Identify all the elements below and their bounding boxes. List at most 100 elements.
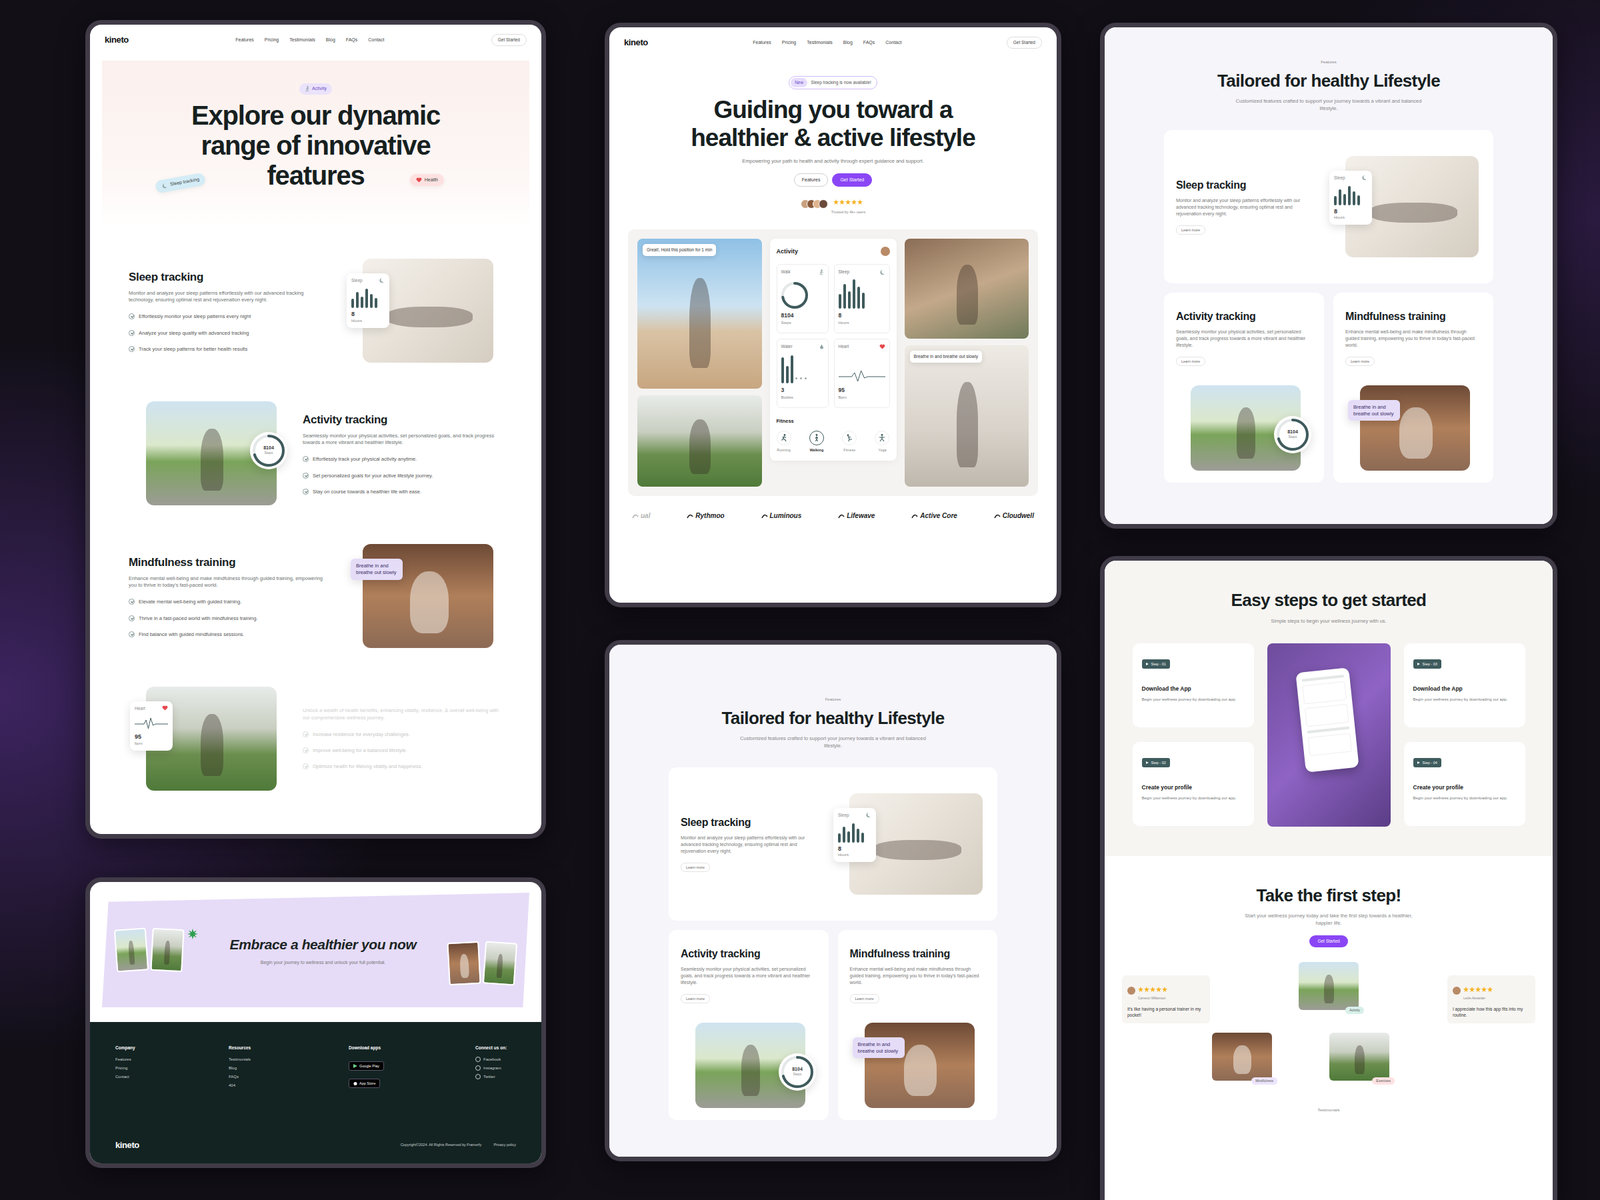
photo-tag: Mindfulness [1251,1077,1278,1086]
bar-chart [838,822,872,843]
stat-tile[interactable]: Sleep8Hours [834,264,890,334]
pill-row: NewSleep tracking is now available! [609,72,1057,90]
social-link[interactable]: Twitter [475,1074,516,1080]
tip-text: Breathe in and breathe out slowly [356,562,396,576]
social-link[interactable]: Instagram [475,1065,516,1072]
nav-link[interactable]: Blog [326,36,336,44]
fitness-mode[interactable]: Fitness [842,430,857,453]
nav-link[interactable]: Contact [885,39,902,47]
nav-link[interactable]: FAQs [863,39,876,47]
learn-more-button[interactable]: Learn more [1176,225,1206,235]
privacy-link[interactable]: Privacy policy [493,1142,516,1148]
collage-row: MindfulnessExercises [1122,1032,1536,1081]
logo[interactable]: kineto [624,36,648,50]
nav-link[interactable]: Pricing [264,36,279,44]
logo-name: Lifewave [846,510,875,521]
announcement-pill[interactable]: NewSleep tracking is now available! [788,76,878,90]
phone-line [1301,674,1344,682]
profile-avatar[interactable] [880,246,890,256]
pulse-line-icon [134,716,168,731]
footer-column: Download apps Google Play App Store [348,1044,476,1092]
bar [365,288,368,308]
heart-icon [879,344,886,350]
feature-visual: Breathe in and breathe out slowly [864,1022,975,1108]
learn-more-button[interactable]: Learn more [1176,356,1206,366]
app-store-badge[interactable]: App Store [348,1078,380,1088]
footer-heading: Download apps [348,1044,476,1052]
rating-stars-icon [1463,986,1494,992]
footer-link[interactable]: 404 [228,1082,349,1089]
tile-label: Sleep [838,268,850,276]
pulse-graph [134,714,168,731]
get-started-button[interactable]: Get Started [1309,935,1348,948]
footer-link[interactable]: Features [115,1056,229,1063]
feature-title: Mindfulness training [128,554,329,572]
steps-section: Easy steps to get startedSimple steps to… [1104,560,1553,856]
swoosh-icon [911,512,918,520]
footer-link[interactable]: Contact [115,1074,229,1080]
nav-link[interactable]: Pricing [782,39,796,47]
step-title: Download the App [1413,684,1516,694]
cta-text: Embrace a healthier you nowBegin your jo… [198,934,448,966]
logo[interactable]: kineto [115,1138,140,1152]
social-icon [475,1074,481,1080]
footer-link[interactable]: Blog [228,1065,349,1072]
features-button[interactable]: Features [794,173,829,188]
feature-visual: 8104Steps [1190,385,1301,471]
hero-subtitle: Empowering your path to health and activ… [609,157,1057,165]
pulse-line-icon [838,368,886,384]
stat-tile[interactable]: Water3Bottles [776,338,829,408]
nav-link[interactable]: Testimonials [806,39,833,47]
footer-column: ResourcesTestimonialsBlogFAQs404 [228,1044,349,1092]
new-tag: New [790,78,808,88]
features-page-window: kineto Features Pricing Testimonials Blog FAQ… [85,20,546,839]
footer-link[interactable]: Pricing [115,1065,229,1072]
photo [150,928,184,972]
fitness-mode[interactable]: Yoga [874,430,890,453]
avatar [1127,986,1136,995]
nav-link[interactable]: Blog [843,39,853,47]
column: kineto Features Pricing Testimonials Blog FAQ… [85,0,546,1168]
badge-text: Activity [312,85,327,93]
get-started-button[interactable]: Get Started [491,34,527,46]
fitness-mode[interactable]: Walking [809,430,824,453]
dot [804,377,807,380]
bar [781,357,784,384]
feature-title: Sleep tracking [680,814,808,831]
photo-group [115,928,198,972]
swoosh-icon [838,512,845,520]
nav-link[interactable]: Testimonials [289,36,316,44]
bar [862,292,865,309]
nav-link[interactable]: Contact [368,36,384,44]
nav-links: Features Pricing Testimonials Blog FAQs Conta… [752,39,902,47]
app-store-badge[interactable]: Google Play [348,1061,384,1071]
feature-bullet: Effortlessly track your physical activit… [302,455,503,463]
logo[interactable]: kineto [104,33,129,47]
activity-badge: Activity [299,83,332,95]
stat-tile[interactable]: Walk8104Steps [776,264,829,334]
get-started-button[interactable]: Get Started [1006,36,1042,49]
nav-link[interactable]: Features [235,36,254,44]
check-icon [128,330,135,336]
mode-icon-circle [842,430,857,446]
footer-link[interactable]: FAQs [228,1074,349,1080]
swoosh-icon [761,512,768,520]
learn-more-button[interactable]: Learn more [1345,356,1375,366]
feature-row: Sleep trackingMonitor and analyze your s… [128,239,503,382]
get-started-button[interactable]: Get Started [832,173,872,188]
partner-logo: Cloudwell [994,510,1034,521]
section-title: Take the first step! [1104,882,1553,909]
footer-link[interactable]: Testimonials [228,1056,349,1063]
nav-link[interactable]: Features [752,39,772,47]
nav-link[interactable]: FAQs [346,36,358,44]
stat-tile[interactable]: Heart95Bpm [834,338,890,408]
features-section: FeaturesTailored for healthy LifestyleCu… [1104,27,1553,524]
learn-more-button[interactable]: Learn more [680,994,710,1004]
fitness-mode[interactable]: Running [776,430,792,453]
step-number: Step - 03 [1422,661,1438,667]
learn-more-button[interactable]: Learn more [680,862,710,872]
social-link[interactable]: Facebook [475,1056,516,1063]
feature-text: Sleep trackingMonitor and analyze your s… [128,268,329,353]
navbar: kineto Features Pricing Testimonials Blog FAQ… [90,24,542,56]
learn-more-button[interactable]: Learn more [850,994,880,1004]
